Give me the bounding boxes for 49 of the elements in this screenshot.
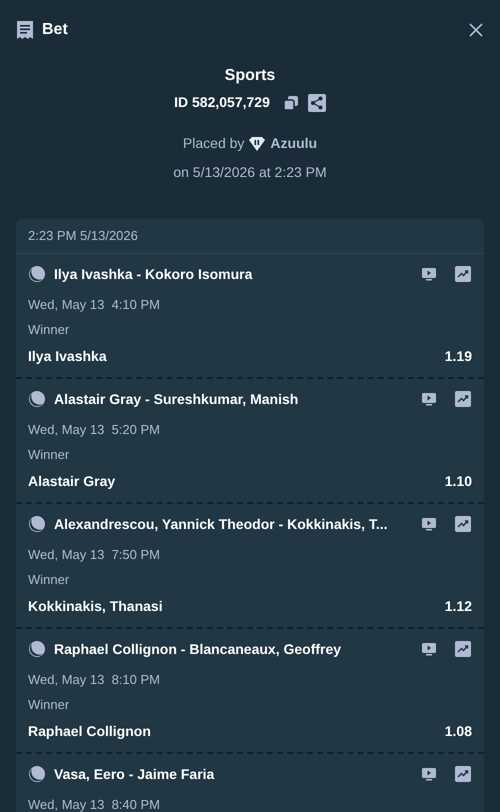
market-label: Winner <box>28 446 70 464</box>
odds-value: 1.08 <box>444 722 472 740</box>
live-stream-button[interactable] <box>420 265 438 283</box>
match-date: Wed, May 13 8:40 PM <box>28 796 161 812</box>
tennis-ball-icon <box>28 515 46 533</box>
stats-button[interactable] <box>454 640 472 658</box>
market-label: Winner <box>28 696 70 714</box>
stats-button[interactable] <box>454 765 472 783</box>
match-date: Wed, May 13 8:10 PM <box>28 670 161 689</box>
username-link[interactable]: Azuulu <box>270 133 318 154</box>
match-title: Alexandrescou, Yannick Theodor - Kokkinakis, T... <box>54 514 389 534</box>
tennis-ball-icon <box>28 640 46 658</box>
receipt-icon <box>16 20 34 40</box>
selection-name: Ilya Ivashka <box>28 346 107 366</box>
close-button[interactable] <box>468 22 484 38</box>
match-date: Wed, May 13 4:10 PM <box>28 296 161 314</box>
match-date: Wed, May 13 5:20 PM <box>28 420 161 439</box>
selection-name: Raphael Collignon <box>28 722 151 741</box>
diamond-icon <box>248 136 266 152</box>
match-title: Alastair Gray - Sureshkumar, Manish <box>54 390 300 409</box>
placed-by-label: Placed by <box>182 134 244 153</box>
match-title: Ilya Ivashka - Kokoro Isomura <box>54 264 254 284</box>
bet-type-title: Sports <box>224 66 276 86</box>
live-stream-button[interactable] <box>420 515 438 533</box>
selection-name: Alastair Gray <box>28 472 116 491</box>
match-date: Wed, May 13 7:50 PM <box>28 546 161 564</box>
copy-button[interactable] <box>282 94 300 112</box>
stats-button[interactable] <box>454 390 472 408</box>
selection-name: Kokkinakis, Thanasi <box>28 596 163 616</box>
share-button[interactable] <box>308 94 326 112</box>
placed-date: on 5/13/2026 at 2:23 PM <box>173 163 327 182</box>
market-label: Winner <box>28 321 70 339</box>
odds-value: 1.19 <box>444 346 472 366</box>
market-label: Winner <box>28 571 70 589</box>
odds-value: 1.10 <box>444 472 472 490</box>
slip-timestamp: 2:23 PM 5/13/2026 <box>16 219 484 254</box>
live-stream-button[interactable] <box>420 765 438 783</box>
tennis-ball-icon <box>28 765 46 783</box>
odds-value: 1.12 <box>444 596 472 616</box>
live-stream-button[interactable] <box>420 390 438 408</box>
live-stream-button[interactable] <box>420 640 438 658</box>
stats-button[interactable] <box>454 265 472 283</box>
match-title: Raphael Collignon - Blancaneaux, Geoffrey <box>54 640 342 659</box>
tennis-ball-icon <box>28 390 46 408</box>
bet-id: ID 582,057,729 <box>174 93 270 112</box>
tennis-ball-icon <box>28 265 46 283</box>
dialog-title: Bet <box>42 20 68 40</box>
match-title: Vasa, Eero - Jaime Faria <box>54 764 216 784</box>
stats-button[interactable] <box>454 515 472 533</box>
